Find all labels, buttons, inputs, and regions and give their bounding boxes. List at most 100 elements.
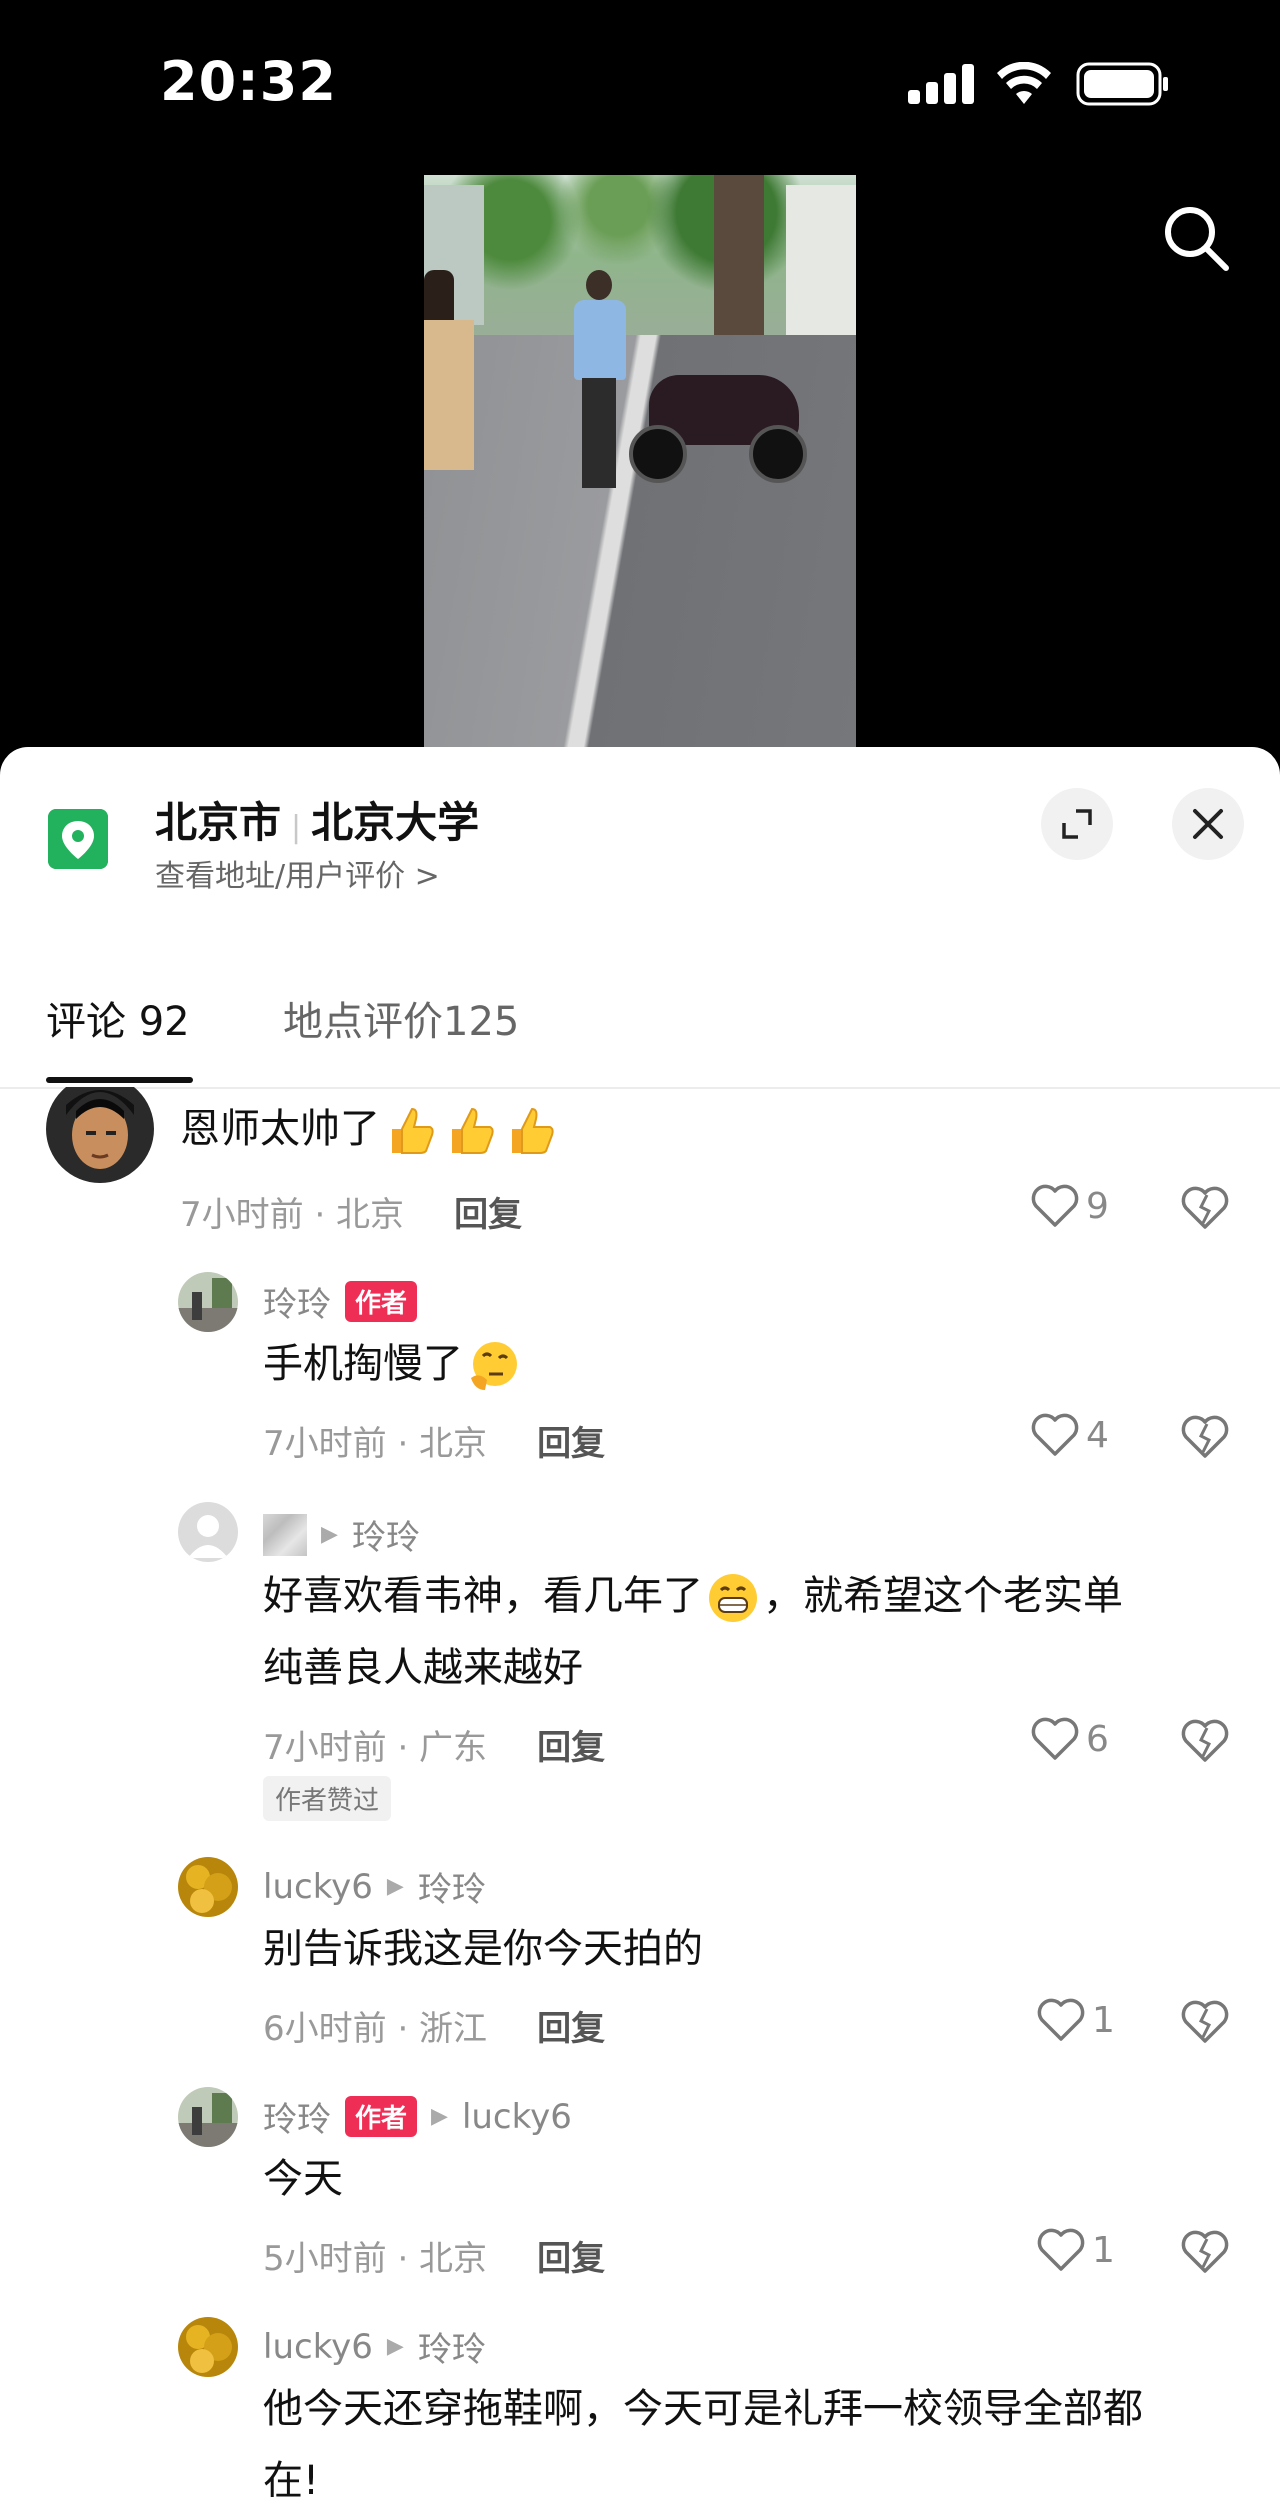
comment-item: ▶ 玲玲 好喜欢看韦神，看几年了 ，就希望这个老实单 纯善良人越来越好 7小时前 …	[0, 1502, 1280, 1821]
like-button[interactable]: 6	[1030, 1716, 1109, 1762]
avatar-image	[178, 2317, 238, 2377]
reply-button[interactable]: 回复	[537, 2239, 605, 2279]
like-count: 6	[1086, 1718, 1109, 1760]
thumbs-up-icon	[512, 1107, 554, 1154]
heart-icon	[1037, 2228, 1085, 2271]
dislike-icon[interactable]	[1180, 1185, 1230, 1231]
comment-item: lucky6 ▶ 玲玲 别告诉我这是你今天拍的 6小时前 · 浙江 回复 1	[0, 1857, 1280, 2049]
author-badge: 作者	[345, 2096, 418, 2137]
heart-icon	[1037, 1998, 1085, 2041]
comment-meta: 5小时前 · 北京 回复	[263, 2231, 605, 2280]
like-button[interactable]: 1	[1036, 1997, 1115, 2043]
dislike-icon[interactable]	[1180, 2229, 1230, 2275]
username-row: lucky6 ▶ 玲玲	[263, 1862, 486, 1911]
comment-time-location: 7小时前 · 北京	[263, 1424, 488, 1464]
close-icon	[1193, 809, 1223, 839]
comment-list[interactable]: 恩师太帅了 7小时前 · 北京 回复 9 玲玲 作者 手机掏慢了 7小时前 · …	[0, 1087, 1280, 2497]
active-tab-indicator	[46, 1077, 193, 1083]
avatar-image	[178, 1272, 238, 1332]
comment-text-body: 好喜欢看韦神，看几年了	[263, 1573, 703, 1619]
avatar-image	[178, 2087, 238, 2147]
thinking-face-icon	[471, 1342, 517, 1390]
reply-to-username[interactable]: 玲玲	[352, 1510, 420, 1559]
username[interactable]: 玲玲	[263, 2092, 331, 2141]
comment-text-body: 手机掏慢了	[263, 1341, 463, 1387]
username[interactable]: lucky6	[263, 2327, 373, 2367]
reply-button[interactable]: 回复	[454, 1195, 522, 1235]
comment-text: 今天	[263, 2156, 343, 2202]
thumbs-up-icon	[452, 1107, 494, 1154]
reply-button[interactable]: 回复	[537, 1424, 605, 1464]
wifi-icon	[997, 62, 1051, 104]
like-count: 1	[1092, 2229, 1115, 2271]
search-icon[interactable]	[1162, 204, 1232, 274]
avatar[interactable]	[178, 1272, 238, 1332]
heart-icon	[1031, 1184, 1079, 1227]
battery-icon	[1076, 62, 1168, 106]
reply-to-arrow-icon: ▶	[386, 2334, 404, 2359]
comment-text-body: 在!	[263, 2458, 320, 2497]
comment-text-body: 恩师太帅了	[180, 1106, 380, 1152]
tab-place-reviews[interactable]: 地点评价125	[283, 989, 519, 1047]
close-button[interactable]	[1172, 788, 1244, 860]
username-row: lucky6 ▶ 玲玲	[263, 2322, 486, 2371]
avatar[interactable]	[178, 1502, 238, 1562]
location-pin-icon	[48, 809, 108, 869]
blurred-username[interactable]	[263, 1513, 307, 1556]
default-avatar-icon	[178, 1502, 238, 1562]
video-person	[424, 270, 474, 520]
reply-to-arrow-icon: ▶	[431, 2104, 448, 2129]
status-time: 20:32	[160, 50, 337, 113]
location-header[interactable]: 北京市 | 北京大学 查看地址/用户评价 >	[0, 747, 1280, 927]
like-button[interactable]: 4	[1030, 1412, 1109, 1458]
tab-bar: 评论 92 地点评价125	[0, 967, 1280, 1089]
comment-text-body: ，就希望这个老实单	[763, 1573, 1123, 1619]
comment-text: 别告诉我这是你今天拍的	[263, 1926, 703, 1972]
reply-to-username[interactable]: 玲玲	[418, 1862, 486, 1911]
comment-text-body: 纯善良人越来越好	[263, 1645, 583, 1691]
reply-to-arrow-icon: ▶	[386, 1874, 404, 1899]
video-player[interactable]	[424, 175, 856, 747]
comment-item: lucky6 ▶ 玲玲 他今天还穿拖鞋啊，今天可是礼拜一校领导全部都 在!	[0, 2317, 1280, 2497]
location-subtitle-link[interactable]: 查看地址/用户评价 >	[155, 851, 440, 895]
comment-item: 玲玲 作者 ▶ lucky6 今天 5小时前 · 北京 回复 1	[0, 2087, 1280, 2280]
reply-button[interactable]: 回复	[537, 2009, 605, 2049]
avatar[interactable]	[178, 2087, 238, 2147]
comment-item: 恩师太帅了 7小时前 · 北京 回复 9	[0, 1087, 1280, 1235]
comment-text: 恩师太帅了	[180, 1093, 1230, 1165]
grinning-face-icon	[709, 1574, 757, 1622]
like-count: 1	[1092, 1999, 1115, 2041]
avatar[interactable]	[46, 1087, 154, 1183]
dislike-icon[interactable]	[1180, 1999, 1230, 2045]
title-separator: |	[291, 810, 302, 845]
reply-button[interactable]: 回复	[537, 1728, 605, 1768]
avatar[interactable]	[178, 2317, 238, 2377]
dislike-icon[interactable]	[1180, 1414, 1230, 1460]
username[interactable]: lucky6	[263, 1867, 373, 1907]
comment-time-location: 7小时前 · 北京	[180, 1195, 405, 1235]
video-tree-trunk	[714, 175, 764, 345]
avatar[interactable]	[178, 1857, 238, 1917]
comment-item: 玲玲 作者 手机掏慢了 7小时前 · 北京 回复 4	[0, 1272, 1280, 1464]
tab-comments[interactable]: 评论 92	[46, 989, 190, 1047]
username[interactable]: 玲玲	[263, 1277, 331, 1326]
expand-button[interactable]	[1041, 788, 1113, 860]
reply-to-username[interactable]: 玲玲	[418, 2322, 486, 2371]
reply-to-arrow-icon: ▶	[321, 1522, 338, 1547]
like-button[interactable]: 9	[1030, 1183, 1109, 1229]
heart-icon	[1031, 1413, 1079, 1456]
location-place: 北京大学	[311, 798, 480, 847]
reply-to-username[interactable]: lucky6	[462, 2097, 572, 2137]
username-row: 玲玲 作者	[263, 1277, 418, 1326]
comment-text-body: 他今天还穿拖鞋啊，今天可是礼拜一校领导全部都	[263, 2386, 1143, 2432]
comment-time-location: 5小时前 · 北京	[263, 2239, 488, 2279]
location-city: 北京市	[155, 798, 282, 847]
location-title: 北京市 | 北京大学	[155, 789, 479, 850]
dislike-icon[interactable]	[1180, 1718, 1230, 1764]
signal-icon	[908, 64, 974, 104]
author-badge: 作者	[345, 1281, 418, 1322]
expand-icon	[1062, 809, 1092, 839]
username-row: 玲玲 作者 ▶ lucky6	[263, 2092, 572, 2141]
like-button[interactable]: 1	[1036, 2227, 1115, 2273]
author-liked-badge: 作者赞过	[263, 1776, 392, 1821]
